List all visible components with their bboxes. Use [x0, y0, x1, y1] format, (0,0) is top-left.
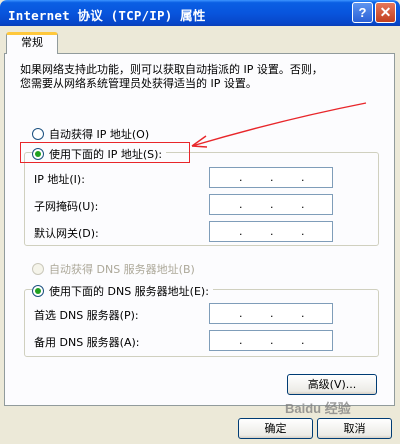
ip-octet-separator: . — [270, 171, 274, 184]
advanced-button[interactable]: 高级(V)... — [287, 374, 377, 395]
radio-auto-ip[interactable]: 自动获得 IP 地址(O) — [32, 126, 149, 142]
subnet-mask-input[interactable]: . . . — [209, 194, 333, 215]
ip-octet-separator: . — [270, 198, 274, 211]
ip-octet-separator: . — [239, 307, 243, 320]
description-text: 如果网络支持此功能，则可以获取自动指派的 IP 设置。否则， 您需要从网络系统管… — [20, 63, 360, 91]
description-line-1: 如果网络支持此功能，则可以获取自动指派的 IP 设置。否则， — [20, 63, 323, 76]
default-gateway-label: 默认网关(D): — [34, 227, 99, 240]
ip-octet-separator: . — [301, 334, 305, 347]
radio-auto-dns[interactable]: 自动获得 DNS 服务器地址(B) — [32, 261, 195, 277]
close-button[interactable]: ✕ — [375, 2, 396, 23]
ip-octet-separator: . — [301, 225, 305, 238]
radio-auto-dns-circle[interactable] — [32, 263, 44, 275]
radio-auto-ip-circle[interactable] — [32, 128, 44, 140]
ip-octet-separator: . — [301, 198, 305, 211]
ip-address-input[interactable]: . . . — [209, 167, 333, 188]
watermark-logo: Baidu 经验 — [285, 401, 351, 416]
preferred-dns-input[interactable]: . . . — [209, 303, 333, 324]
ip-address-label: IP 地址(I): — [34, 173, 85, 186]
tab-general[interactable]: 常规 — [6, 32, 58, 54]
cancel-button[interactable]: 取消 — [317, 418, 392, 439]
help-button[interactable]: ? — [352, 2, 373, 23]
ip-octet-separator: . — [270, 307, 274, 320]
ip-octet-separator: . — [270, 225, 274, 238]
radio-manual-dns[interactable]: 使用下面的 DNS 服务器地址(E): — [32, 283, 213, 299]
alternate-dns-label: 备用 DNS 服务器(A): — [34, 336, 140, 349]
alternate-dns-input[interactable]: . . . — [209, 330, 333, 351]
ip-octet-separator: . — [270, 334, 274, 347]
title-bar[interactable]: Internet 协议 (TCP/IP) 属性 ? ✕ — [0, 0, 400, 26]
ip-octet-separator: . — [239, 171, 243, 184]
ip-octet-separator: . — [301, 171, 305, 184]
ip-octet-separator: . — [239, 198, 243, 211]
radio-auto-dns-label: 自动获得 DNS 服务器地址(B) — [49, 263, 195, 276]
highlight-box — [20, 142, 190, 163]
ip-octet-separator: . — [239, 334, 243, 347]
ip-octet-separator: . — [301, 307, 305, 320]
ip-octet-separator: . — [239, 225, 243, 238]
preferred-dns-label: 首选 DNS 服务器(P): — [34, 309, 139, 322]
description-line-2: 您需要从网络系统管理员处获得适当的 IP 设置。 — [20, 77, 257, 90]
default-gateway-input[interactable]: . . . — [209, 221, 333, 242]
ok-button[interactable]: 确定 — [238, 418, 313, 439]
radio-manual-dns-circle[interactable] — [32, 285, 44, 297]
subnet-mask-label: 子网掩码(U): — [34, 200, 99, 213]
radio-manual-dns-label: 使用下面的 DNS 服务器地址(E): — [49, 285, 209, 298]
window-title: Internet 协议 (TCP/IP) 属性 — [8, 8, 206, 23]
radio-auto-ip-label: 自动获得 IP 地址(O) — [49, 128, 150, 141]
annotation-arrow-icon — [191, 102, 367, 148]
